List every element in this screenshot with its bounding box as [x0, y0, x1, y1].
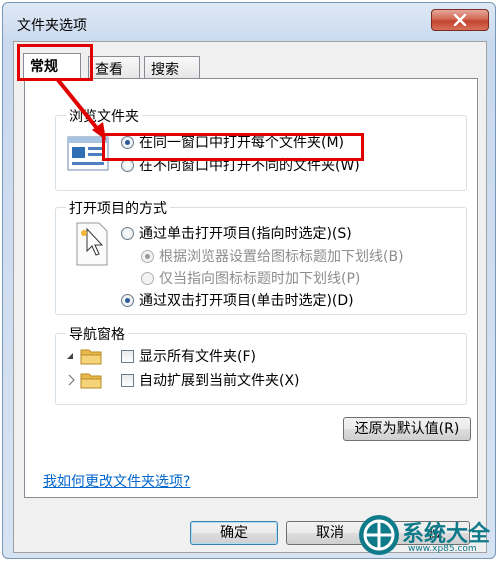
watermark-url: www.xp85.com: [408, 544, 477, 554]
red-arrow-annotation: [56, 78, 106, 140]
globe-logo-icon: [359, 515, 399, 555]
watermark-logo: 系统大全 www.xp85.com: [358, 512, 498, 562]
